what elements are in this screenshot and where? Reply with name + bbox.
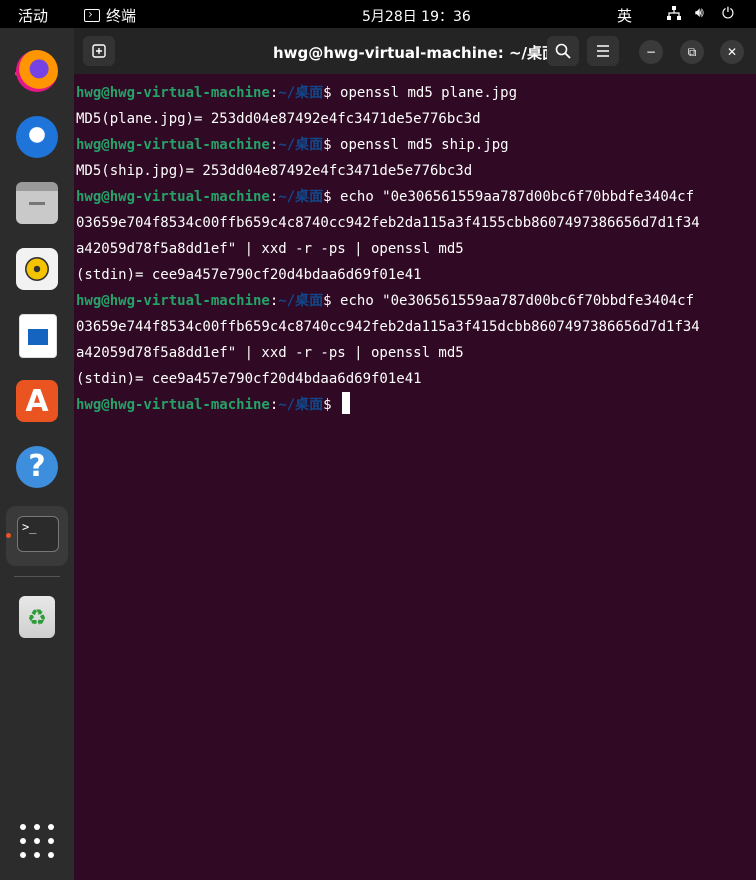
files-icon [16,182,58,224]
top-bar: 活动 终端 5月28日 19：36 英 🔊︎ ⏻ [0,0,756,28]
software-store-icon: A [16,380,58,422]
app-menu[interactable]: 终端 [84,5,136,26]
prompt-path: ~/桌面 [278,137,324,153]
dock-item-trash[interactable]: ♻ [10,590,64,644]
output-line: (stdin)= cee9a457e790cf20d4bdaa6d69f01e4… [76,267,422,283]
search-icon [555,43,571,59]
app-name: 终端 [106,7,137,25]
dock-separator [14,576,60,577]
dock-item-thunderbird[interactable] [10,110,64,164]
dock-item-firefox[interactable] [10,44,64,98]
window-titlebar[interactable]: hwg@hwg-virtual-machine: ~/桌面 − ⧉ ✕ [74,28,756,74]
output-line: MD5(ship.jpg)= 253dd04e87492e4fc3471de5e… [76,163,473,179]
help-icon: ? [16,446,58,488]
rhythmbox-icon [16,248,58,290]
command-text: echo "0e306561559aa787d00bc6f70bbdfe3404… [340,189,695,205]
prompt-line: hwg@hwg-virtual-machine:~/桌面$ [76,392,752,418]
new-tab-button[interactable] [83,36,115,66]
prompt-line: hwg@hwg-virtual-machine:~/桌面$ echo "0e30… [76,184,752,210]
prompt-user: hwg@hwg-virtual-machine [76,293,270,309]
prompt-symbol: $ [323,397,341,413]
output-line: a42059d78f5a8dd1ef" | xxd -r -ps | opens… [76,241,464,257]
output-line: MD5(plane.jpg)= 253dd04e87492e4fc3471de5… [76,111,481,127]
prompt-symbol: $ [323,293,341,309]
dock-item-files[interactable] [10,176,64,230]
dock-item-help[interactable]: ? [10,440,64,494]
network-icon[interactable] [667,6,681,20]
output-line: a42059d78f5a8dd1ef" | xxd -r -ps | opens… [76,345,464,361]
prompt-user: hwg@hwg-virtual-machine [76,85,270,101]
prompt-line: hwg@hwg-virtual-machine:~/桌面$ echo "0e30… [76,288,752,314]
search-button[interactable] [547,36,579,66]
prompt-user: hwg@hwg-virtual-machine [76,137,270,153]
dock-item-rhythmbox[interactable] [10,242,64,296]
prompt-path: ~/桌面 [278,189,324,205]
close-button[interactable]: ✕ [720,40,744,64]
terminal-icon: >_ [17,516,59,552]
minimize-button[interactable]: − [639,40,663,64]
command-text: echo "0e306561559aa787d00bc6f70bbdfe3404… [340,293,695,309]
prompt-path: ~/桌面 [278,397,324,413]
restore-icon: ⧉ [687,45,697,59]
dock-item-terminal[interactable]: >_ [6,506,68,566]
clock[interactable]: 5月28日 19：36 [362,6,471,26]
new-tab-icon [92,44,106,58]
volume-icon[interactable]: 🔊︎ [695,5,704,21]
prompt-line: hwg@hwg-virtual-machine:~/桌面$ openssl md… [76,132,752,158]
text-cursor [342,392,351,414]
output-line: 03659e704f8534c00ffb659c4c8740cc942feb2d… [76,215,700,231]
menu-button[interactable] [587,36,619,66]
trash-icon: ♻ [19,596,55,638]
maximize-button[interactable]: ⧉ [680,40,704,64]
output-line: (stdin)= cee9a457e790cf20d4bdaa6d69f01e4… [76,371,422,387]
activities-button[interactable]: 活动 [18,5,48,26]
firefox-icon [16,50,58,92]
prompt-symbol: $ [323,137,341,153]
dock-item-software[interactable]: A [10,374,64,428]
minimize-icon: − [645,45,657,59]
terminal-output[interactable]: hwg@hwg-virtual-machine:~/桌面$ openssl md… [76,80,752,418]
prompt-user: hwg@hwg-virtual-machine [76,397,270,413]
prompt-symbol: $ [323,189,341,205]
dock: A ? >_ ♻ [0,28,74,880]
input-method-indicator[interactable]: 英 [617,5,632,26]
terminal-icon [84,9,100,22]
hamburger-icon [597,45,609,57]
running-indicator [6,533,11,538]
close-icon: ✕ [726,45,738,59]
prompt-user: hwg@hwg-virtual-machine [76,189,270,205]
prompt-path: ~/桌面 [278,85,324,101]
prompt-line: hwg@hwg-virtual-machine:~/桌面$ openssl md… [76,80,752,106]
prompt-symbol: $ [323,85,341,101]
output-line: 03659e744f8534c00ffb659c4c8740cc942feb2d… [76,319,700,335]
command-text: openssl md5 plane.jpg [340,85,518,101]
power-icon[interactable]: ⏻ [722,4,734,22]
writer-icon [19,314,57,358]
show-apps-icon[interactable] [20,824,54,858]
prompt-path: ~/桌面 [278,293,324,309]
command-text: openssl md5 ship.jpg [340,137,509,153]
dock-item-writer[interactable] [10,308,64,362]
thunderbird-icon [16,116,58,158]
